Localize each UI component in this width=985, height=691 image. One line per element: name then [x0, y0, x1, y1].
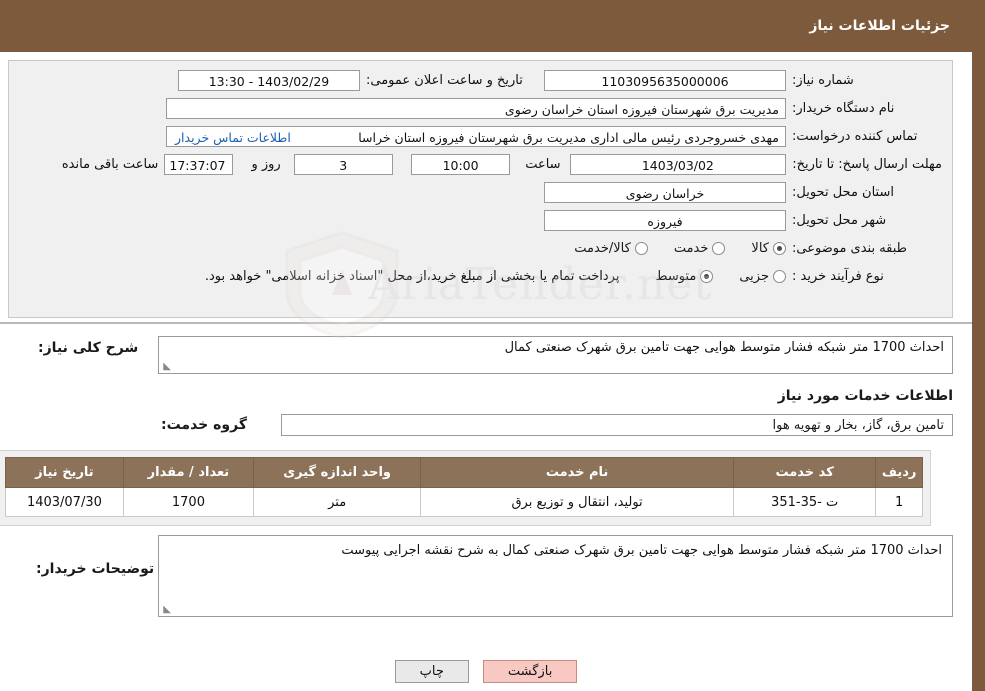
process-note: پرداخت تمام یا بخشی از مبلغ خرید،از محل …: [204, 268, 620, 284]
process-option-motavaset[interactable]: متوسط: [655, 268, 714, 284]
need-details-panel: شماره نیاز: 1103095635000006 تاریخ و ساع…: [8, 60, 953, 318]
services-table-wrapper: ردیف کد خدمت نام خدمت واحد اندازه گیری ت…: [0, 450, 931, 526]
buyer-org-value: مدیریت برق شهرستان فیروزه استان خراسان ر…: [166, 97, 786, 119]
page-header: جزئیات اطلاعات نیاز: [0, 0, 972, 52]
province-label: استان محل تحویل:: [792, 184, 894, 200]
category-option-label: کالا/خدمت: [574, 240, 631, 256]
countdown-timer-value: 17:37:07: [164, 153, 233, 175]
radio-icon[interactable]: [700, 269, 714, 283]
radio-icon[interactable]: [634, 241, 648, 255]
hour-label: ساعت: [525, 156, 561, 172]
row-requester: تماس کننده درخواست: مهدی خسروجردی رئیس م…: [19, 125, 942, 147]
deadline-label: مهلت ارسال پاسخ: تا تاریخ:: [792, 156, 942, 172]
button-bar: بازگشت چاپ: [0, 660, 972, 683]
resize-grip-icon[interactable]: ◣: [161, 605, 171, 615]
niaz-number-value: 1103095635000006: [544, 69, 786, 91]
th-name: نام خدمت: [420, 457, 734, 488]
requester-label: تماس کننده درخواست:: [792, 128, 918, 144]
city-value: فیروزه: [544, 209, 786, 231]
th-unit: واحد اندازه گیری: [253, 457, 422, 488]
back-button[interactable]: بازگشت: [482, 660, 578, 683]
row-buyer-org: نام دستگاه خریدار: مدیریت برق شهرستان فی…: [19, 97, 942, 119]
section-divider: [0, 322, 972, 324]
service-group-value: تامین برق، گاز، بخار و تهویه هوا: [281, 414, 953, 436]
service-group-label: گروه خدمت:: [161, 417, 247, 433]
category-label: طبقه بندی موضوعی:: [792, 240, 908, 256]
summary-textarea[interactable]: احداث 1700 متر شبکه فشار متوسط هوایی جهت…: [158, 336, 953, 374]
row-province: استان محل تحویل: خراسان رضوی: [19, 181, 942, 203]
services-section-title: اطلاعات خدمات مورد نیاز: [777, 388, 953, 404]
process-option-label: جزیی: [739, 268, 769, 284]
category-option-kala[interactable]: کالا: [751, 241, 786, 256]
radio-icon[interactable]: [773, 241, 786, 255]
city-label: شهر محل تحویل:: [792, 212, 887, 228]
announce-date-value: 1403/02/29 - 13:30: [178, 69, 360, 91]
deadline-date-value: 1403/03/02: [569, 153, 787, 175]
radio-icon[interactable]: [712, 241, 726, 255]
main-content: احداث 1700 متر شبکه فشار متوسط هوایی جهت…: [0, 336, 953, 617]
services-table: ردیف کد خدمت نام خدمت واحد اندازه گیری ت…: [5, 457, 923, 517]
process-label: نوع فرآیند خرید :: [792, 268, 884, 284]
cell-quantity: 1700: [122, 487, 255, 517]
summary-text: احداث 1700 متر شبکه فشار متوسط هوایی جهت…: [504, 340, 944, 355]
row-buyer-desc: احداث 1700 متر شبکه فشار متوسط هوایی جهت…: [8, 535, 953, 617]
th-quantity: تعداد / مقدار: [122, 457, 255, 488]
buyer-desc-label: توضیحات خریدار:: [36, 561, 155, 577]
buyer-desc-text: احداث 1700 متر شبکه فشار متوسط هوایی جهت…: [341, 543, 942, 558]
th-row: ردیف: [875, 457, 923, 488]
th-date: تاریخ نیاز: [5, 457, 124, 488]
cell-name: تولید، انتقال و توزیع برق: [420, 487, 734, 517]
remaining-days-value: 3: [293, 153, 393, 175]
days-label: روز و: [251, 156, 281, 172]
summary-label: شرح کلی نیاز:: [38, 340, 139, 356]
niaz-number-label: شماره نیاز:: [792, 72, 854, 88]
announce-date-label: تاریخ و ساعت اعلان عمومی:: [366, 72, 523, 88]
category-option-kala-khedmat[interactable]: کالا/خدمت: [574, 241, 648, 256]
row-category: طبقه بندی موضوعی: کالا خدمت کالا/خدمت: [19, 237, 942, 259]
resize-grip-icon[interactable]: ◣: [161, 362, 171, 372]
buyer-contact-link[interactable]: اطلاعات تماس خریدار: [173, 126, 291, 146]
buyer-desc-textarea[interactable]: احداث 1700 متر شبکه فشار متوسط هوایی جهت…: [158, 535, 953, 617]
category-option-label: خدمت: [673, 240, 709, 256]
row-process-type: نوع فرآیند خرید : جزیی متوسط پرداخت تمام…: [19, 265, 942, 287]
process-option-label: متوسط: [655, 268, 697, 284]
cell-date: 1403/07/30: [5, 487, 124, 517]
requester-text: مهدی خسروجردی رئیس مالی اداری مدیریت برق…: [358, 129, 779, 145]
buyer-org-label: نام دستگاه خریدار:: [792, 100, 895, 116]
th-code: کد خدمت: [732, 457, 877, 488]
page-title: جزئیات اطلاعات نیاز: [809, 18, 950, 34]
requester-value: مهدی خسروجردی رئیس مالی اداری مدیریت برق…: [166, 125, 786, 147]
row-niaz-number: شماره نیاز: 1103095635000006 تاریخ و ساع…: [19, 69, 942, 91]
row-summary: احداث 1700 متر شبکه فشار متوسط هوایی جهت…: [8, 336, 953, 374]
province-value: خراسان رضوی: [544, 181, 786, 203]
table-row: 1 ت -35-351 تولید، انتقال و توزیع برق مت…: [5, 487, 923, 517]
print-button[interactable]: چاپ: [394, 660, 469, 683]
category-option-label: کالا: [751, 240, 769, 256]
row-city: شهر محل تحویل: فیروزه: [19, 209, 942, 231]
category-option-khedmat[interactable]: خدمت: [674, 241, 726, 256]
row-service-group: تامین برق، گاز، بخار و تهویه هوا گروه خد…: [8, 414, 953, 436]
cell-unit: متر: [253, 487, 422, 517]
table-header-row: ردیف کد خدمت نام خدمت واحد اندازه گیری ت…: [5, 457, 923, 488]
process-option-jozei[interactable]: جزیی: [739, 269, 786, 284]
cell-row: 1: [875, 487, 923, 517]
row-deadline: مهلت ارسال پاسخ: تا تاریخ: 1403/03/02 سا…: [19, 153, 942, 175]
remaining-label: ساعت باقی مانده: [61, 156, 159, 172]
cell-code: ت -35-351: [732, 487, 877, 517]
page-root: جزئیات اطلاعات نیاز AriaTender.net شماره…: [0, 0, 985, 691]
deadline-hour-value: 10:00: [410, 153, 511, 175]
radio-icon[interactable]: [773, 269, 786, 283]
